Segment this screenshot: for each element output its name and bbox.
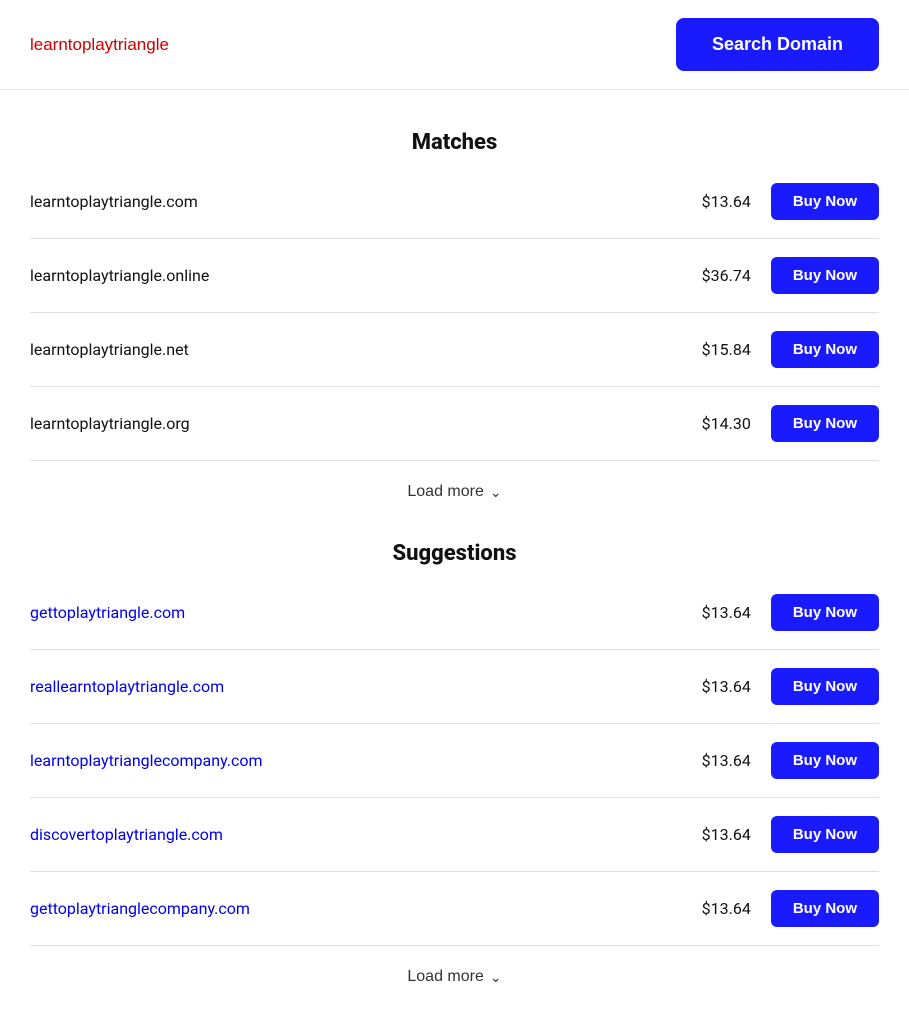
domain-price: $13.64 [696, 192, 751, 211]
domain-name: reallearntoplaytriangle.com [30, 677, 224, 696]
domain-right: $13.64 Buy Now [696, 183, 879, 220]
suggestions-load-more-label: Load more [407, 968, 484, 986]
buy-now-button[interactable]: Buy Now [771, 183, 879, 220]
buy-now-button[interactable]: Buy Now [771, 257, 879, 294]
domain-price: $13.64 [696, 751, 751, 770]
matches-section: Matches learntoplaytriangle.com $13.64 B… [30, 130, 879, 511]
chevron-down-icon: ⌄ [490, 484, 502, 501]
domain-name: learntoplaytrianglecompany.com [30, 751, 263, 770]
domain-right: $13.64 Buy Now [696, 890, 879, 927]
buy-now-button[interactable]: Buy Now [771, 742, 879, 779]
table-row: discovertoplaytriangle.com $13.64 Buy No… [30, 798, 879, 872]
domain-name: learntoplaytriangle.org [30, 414, 190, 433]
domain-right: $13.64 Buy Now [696, 742, 879, 779]
search-input[interactable] [30, 35, 430, 55]
matches-title: Matches [30, 130, 879, 155]
suggestions-list: gettoplaytriangle.com $13.64 Buy Now rea… [30, 576, 879, 946]
domain-name: discovertoplaytriangle.com [30, 825, 223, 844]
domain-name: gettoplaytrianglecompany.com [30, 899, 250, 918]
table-row: learntoplaytriangle.online $36.74 Buy No… [30, 239, 879, 313]
table-row: learntoplaytriangle.org $14.30 Buy Now [30, 387, 879, 461]
buy-now-button[interactable]: Buy Now [771, 405, 879, 442]
suggestions-section: Suggestions gettoplaytriangle.com $13.64… [30, 541, 879, 996]
table-row: learntoplaytrianglecompany.com $13.64 Bu… [30, 724, 879, 798]
domain-name: gettoplaytriangle.com [30, 603, 185, 622]
search-domain-button[interactable]: Search Domain [676, 18, 879, 71]
buy-now-button[interactable]: Buy Now [771, 331, 879, 368]
chevron-down-icon-2: ⌄ [490, 969, 502, 986]
domain-price: $13.64 [696, 603, 751, 622]
domain-price: $36.74 [696, 266, 751, 285]
buy-now-button[interactable]: Buy Now [771, 594, 879, 631]
domain-name: learntoplaytriangle.online [30, 266, 209, 285]
header: Search Domain [0, 0, 909, 90]
domain-name: learntoplaytriangle.net [30, 340, 189, 359]
matches-load-more-button[interactable]: Load more ⌄ [407, 483, 501, 501]
table-row: learntoplaytriangle.net $15.84 Buy Now [30, 313, 879, 387]
table-row: learntoplaytriangle.com $13.64 Buy Now [30, 165, 879, 239]
main-content: Matches learntoplaytriangle.com $13.64 B… [0, 90, 909, 1036]
table-row: gettoplaytrianglecompany.com $13.64 Buy … [30, 872, 879, 946]
matches-load-more-label: Load more [407, 483, 484, 501]
buy-now-button[interactable]: Buy Now [771, 668, 879, 705]
table-row: reallearntoplaytriangle.com $13.64 Buy N… [30, 650, 879, 724]
domain-right: $36.74 Buy Now [696, 257, 879, 294]
matches-load-more-container: Load more ⌄ [30, 461, 879, 511]
buy-now-button[interactable]: Buy Now [771, 890, 879, 927]
domain-price: $13.64 [696, 899, 751, 918]
domain-right: $15.84 Buy Now [696, 331, 879, 368]
domain-price: $14.30 [696, 414, 751, 433]
domain-right: $13.64 Buy Now [696, 816, 879, 853]
domain-name: learntoplaytriangle.com [30, 192, 198, 211]
domain-right: $13.64 Buy Now [696, 668, 879, 705]
matches-list: learntoplaytriangle.com $13.64 Buy Now l… [30, 165, 879, 461]
domain-right: $13.64 Buy Now [696, 594, 879, 631]
suggestions-load-more-container: Load more ⌄ [30, 946, 879, 996]
domain-right: $14.30 Buy Now [696, 405, 879, 442]
buy-now-button[interactable]: Buy Now [771, 816, 879, 853]
suggestions-load-more-button[interactable]: Load more ⌄ [407, 968, 501, 986]
suggestions-title: Suggestions [30, 541, 879, 566]
domain-price: $13.64 [696, 825, 751, 844]
domain-price: $15.84 [696, 340, 751, 359]
domain-price: $13.64 [696, 677, 751, 696]
table-row: gettoplaytriangle.com $13.64 Buy Now [30, 576, 879, 650]
